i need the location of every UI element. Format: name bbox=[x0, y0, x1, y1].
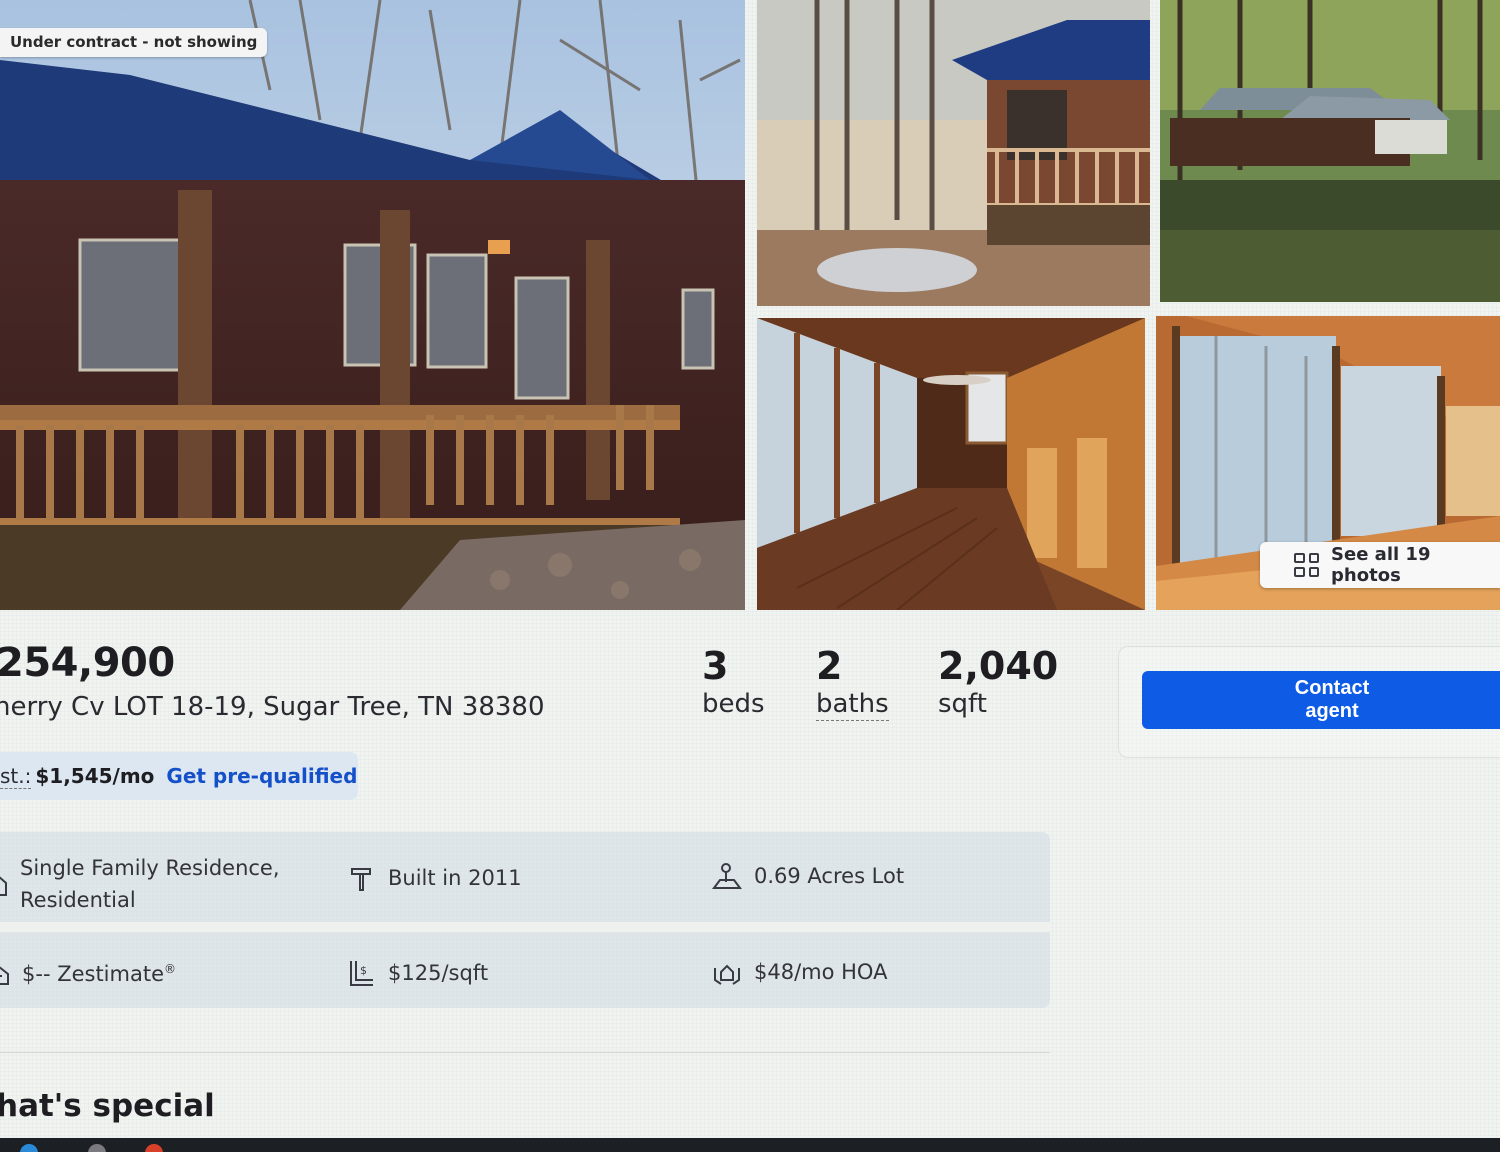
sqft-fact: 2,040 sqft bbox=[938, 644, 1058, 720]
fact-price-per-sqft: $ $125/sqft bbox=[348, 958, 488, 988]
hoa-text: $48/mo HOA bbox=[754, 960, 888, 984]
status-badge: Under contract - not showing bbox=[0, 28, 268, 57]
contact-agent-button[interactable]: Contact agent bbox=[1142, 671, 1500, 729]
fact-year-built: Built in 2011 bbox=[348, 864, 522, 892]
year-built-text: Built in 2011 bbox=[388, 866, 522, 890]
fact-zestimate: $-- Zestimate® bbox=[0, 962, 176, 986]
beds-label: beds bbox=[702, 689, 765, 719]
fact-hoa: $48/mo HOA bbox=[712, 958, 887, 986]
taskbar-icon-2[interactable] bbox=[88, 1144, 106, 1152]
registered-mark: ® bbox=[164, 962, 176, 976]
fact-lot-size: 0.69 Acres Lot bbox=[712, 862, 904, 890]
beds-value: 3 bbox=[702, 644, 729, 688]
home-type-text: Single Family Residence, Residential bbox=[20, 856, 280, 912]
sqft-label: sqft bbox=[938, 689, 987, 719]
facts-divider bbox=[0, 922, 1050, 932]
gallery-photo-4[interactable] bbox=[757, 318, 1145, 610]
section-divider bbox=[0, 1052, 1050, 1053]
baths-value: 2 bbox=[816, 644, 843, 688]
see-all-photos-button[interactable]: See all 19 photos bbox=[1260, 542, 1500, 588]
taskbar-icon-3[interactable] bbox=[145, 1144, 163, 1152]
get-prequalified-link[interactable]: Get pre-qualified bbox=[166, 764, 357, 788]
sqft-value: 2,040 bbox=[938, 644, 1059, 688]
fact-home-type: Single Family Residence, Residential bbox=[0, 852, 320, 916]
baths-label[interactable]: baths bbox=[816, 688, 889, 721]
contact-agent-label: Contact agent bbox=[1294, 677, 1370, 722]
baths-fact[interactable]: 2 baths bbox=[816, 644, 889, 721]
payment-estimate: st.: $1,545/mo Get pre-qualified bbox=[0, 752, 358, 800]
listing-price: 254,900 bbox=[0, 640, 175, 686]
hammer-icon bbox=[351, 868, 371, 891]
estimate-label[interactable]: st.: bbox=[0, 764, 32, 789]
gallery-photo-2[interactable] bbox=[757, 0, 1150, 306]
listing-page: Under contract - not showing See all 19 … bbox=[0, 0, 1500, 1152]
zestimate-text: $-- Zestimate® bbox=[22, 962, 176, 986]
price-sqft-icon: $ bbox=[350, 961, 373, 986]
home-value-icon bbox=[0, 966, 9, 985]
price-per-sqft-text: $125/sqft bbox=[388, 961, 489, 985]
beds-fact: 3 beds bbox=[702, 644, 765, 720]
estimate-value: $1,545/mo bbox=[35, 764, 155, 788]
main-photo[interactable] bbox=[0, 0, 745, 610]
see-all-photos-label: See all 19 photos bbox=[1331, 544, 1431, 586]
lot-icon bbox=[712, 863, 742, 889]
os-taskbar bbox=[0, 1138, 1500, 1152]
lot-size-text: 0.69 Acres Lot bbox=[754, 864, 905, 888]
house-icon bbox=[0, 876, 7, 896]
listing-address: herry Cv LOT 18-19, Sugar Tree, TN 38380 bbox=[0, 692, 545, 722]
gallery-photo-3[interactable] bbox=[1160, 0, 1500, 302]
hoa-icon bbox=[714, 964, 740, 985]
whats-special-heading: hat's special bbox=[0, 1088, 215, 1124]
taskbar-icon-1[interactable] bbox=[20, 1144, 38, 1152]
grid-icon bbox=[1294, 553, 1320, 577]
svg-text:$: $ bbox=[360, 964, 367, 977]
